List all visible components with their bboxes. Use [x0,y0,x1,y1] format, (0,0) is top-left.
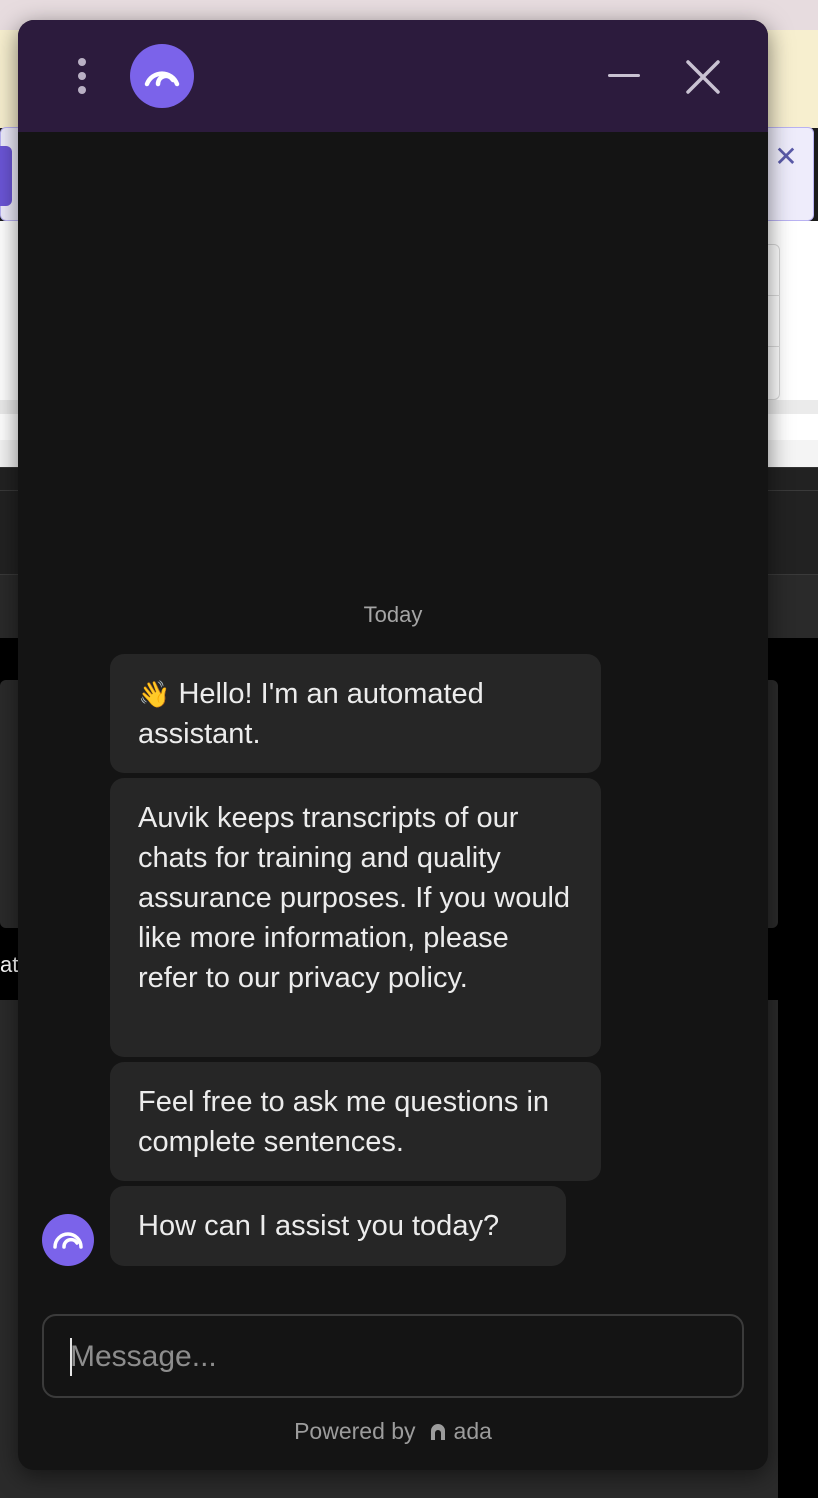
vertical-dots-icon [78,72,86,80]
bot-message: How can I assist you today? [110,1186,566,1266]
menu-button[interactable] [62,50,102,102]
bot-message: Feel free to ask me questions in complet… [110,1062,601,1181]
ada-brand-link[interactable]: ada [454,1418,492,1444]
message-text: Feel free to ask me questions in complet… [138,1086,550,1158]
background-banner-close-icon[interactable]: ✕ [772,140,800,174]
date-separator: Today [363,602,423,627]
bot-message: Auvik keeps transcripts of our chats for… [110,778,601,1057]
text-cursor [70,1338,72,1376]
chat-header [18,20,768,132]
bot-message: 👋 Hello! I'm an automated assistant. [110,654,601,773]
conversation-area[interactable]: Today 👋 Hello! I'm an automated assistan… [18,132,768,1310]
minimize-button[interactable] [602,56,646,96]
message-input[interactable] [68,1316,722,1398]
ada-logo-icon [53,1232,83,1249]
vertical-dots-icon [78,58,86,66]
message-text: How can I assist you today? [138,1210,500,1242]
message-composer[interactable] [42,1314,744,1398]
vertical-dots-icon [78,86,86,94]
ada-brand-icon [428,1421,448,1448]
powered-by-label: Powered by [294,1418,416,1444]
background-banner-button[interactable] [0,146,12,206]
close-icon [686,60,720,94]
powered-by-footer: Powered by ada [18,1418,768,1448]
waving-hand-icon: 👋 [138,679,171,709]
ada-logo-icon [144,71,180,87]
message-text: Auvik keeps transcripts of our chats for… [138,802,571,994]
minimize-icon [608,74,640,77]
bot-avatar [130,44,194,108]
message-text: Hello! I'm an automated assistant. [138,678,484,750]
close-button[interactable] [682,56,726,100]
background-partial-text: at [0,952,19,977]
chat-widget: Today 👋 Hello! I'm an automated assistan… [18,20,768,1470]
bot-avatar [42,1214,94,1266]
